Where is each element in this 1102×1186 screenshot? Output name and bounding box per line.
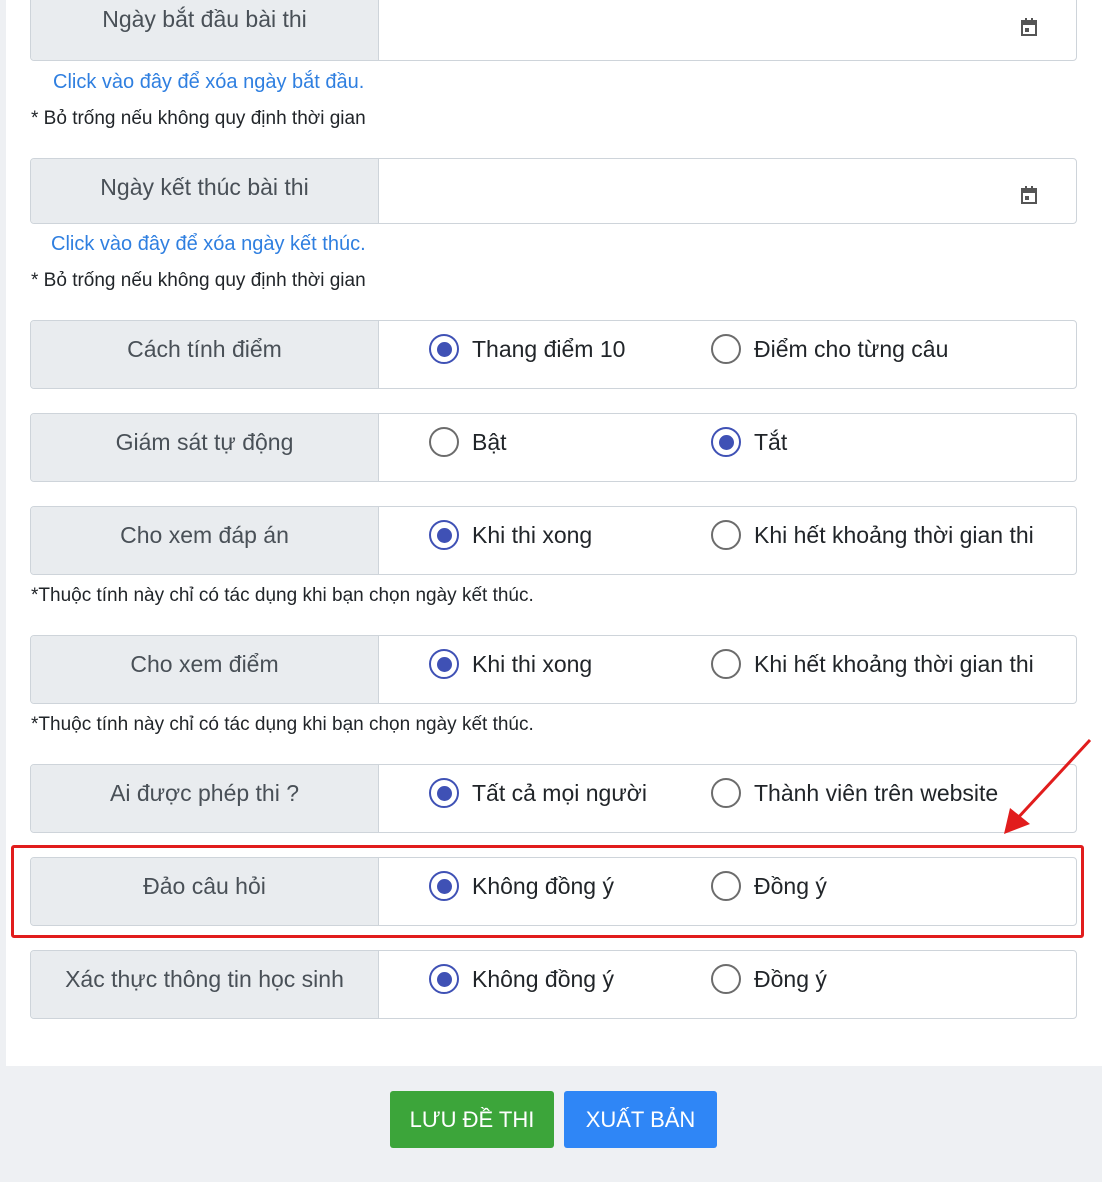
clear-start-date-link[interactable]: Click vào đây để xóa ngày bắt đầu.	[53, 71, 364, 94]
radio-button[interactable]	[429, 520, 459, 550]
save-exam-button[interactable]: LƯU ĐỀ THI	[390, 1091, 554, 1148]
radio-option[interactable]: Không đồng ý	[429, 964, 614, 994]
who-can-take-row: Ai được phép thi ? Tất cả mọi người Thàn…	[30, 764, 1077, 833]
publish-button[interactable]: XUẤT BẢN	[564, 1091, 717, 1148]
end-date-label: Ngày kết thúc bài thi	[31, 159, 379, 223]
radio-button[interactable]	[711, 520, 741, 550]
show-answers-row: Cho xem đáp án Khi thi xong Khi hết khoả…	[30, 506, 1077, 575]
radio-option[interactable]: Thang điểm 10	[429, 334, 625, 364]
scoring-method-row: Cách tính điểm Thang điểm 10 Điểm cho từ…	[30, 320, 1077, 389]
highlight-box	[11, 845, 1084, 938]
radio-button[interactable]	[711, 964, 741, 994]
radio-label: Bật	[472, 428, 507, 455]
radio-option[interactable]: Bật	[429, 427, 507, 457]
option-label: Cho xem đáp án	[31, 507, 379, 574]
radio-label: Khi thi xong	[472, 650, 593, 677]
end-date-hint: * Bỏ trống nếu không quy định thời gian	[31, 270, 366, 291]
option-label: Xác thực thông tin học sinh	[31, 951, 379, 1018]
radio-option[interactable]: Khi thi xong	[429, 649, 592, 679]
end-date-input[interactable]	[380, 159, 1076, 223]
radio-option[interactable]: Tất cả mọi người	[429, 778, 647, 808]
option-label: Ai được phép thi ?	[31, 765, 379, 832]
start-date-label: Ngày bắt đầu bài thi	[31, 0, 379, 60]
radio-button[interactable]	[711, 778, 741, 808]
end-date-group: Ngày kết thúc bài thi	[30, 158, 1077, 224]
radio-button[interactable]	[711, 649, 741, 679]
start-date-group: Ngày bắt đầu bài thi	[30, 0, 1077, 61]
radio-label: Đồng ý	[754, 965, 827, 992]
option-label: Cho xem điểm	[31, 636, 379, 703]
radio-label: Không đồng ý	[472, 965, 614, 992]
radio-option[interactable]: Thành viên trên website	[711, 778, 998, 808]
calendar-icon[interactable]	[1021, 18, 1037, 36]
red-arrow-icon	[1004, 738, 1092, 834]
start-date-hint: * Bỏ trống nếu không quy định thời gian	[31, 108, 366, 129]
radio-button[interactable]	[429, 649, 459, 679]
radio-button[interactable]	[711, 427, 741, 457]
radio-option[interactable]: Tắt	[711, 427, 787, 457]
radio-option[interactable]: Đồng ý	[711, 964, 827, 994]
show-answers-note: *Thuộc tính này chỉ có tác dụng khi bạn …	[31, 585, 534, 606]
radio-label: Điểm cho từng câu	[754, 335, 949, 362]
show-score-note: *Thuộc tính này chỉ có tác dụng khi bạn …	[31, 714, 534, 735]
auto-proctoring-row: Giám sát tự động Bật Tắt	[30, 413, 1077, 482]
radio-option[interactable]: Khi hết khoảng thời gian thi	[711, 649, 1034, 679]
option-label: Cách tính điểm	[31, 321, 379, 388]
radio-label: Tất cả mọi người	[472, 779, 647, 806]
radio-button[interactable]	[711, 334, 741, 364]
radio-label: Khi hết khoảng thời gian thi	[754, 650, 1034, 677]
radio-button[interactable]	[429, 427, 459, 457]
option-label: Giám sát tự động	[31, 414, 379, 481]
radio-label: Tắt	[754, 428, 788, 455]
divider	[0, 1182, 1102, 1186]
radio-button[interactable]	[429, 964, 459, 994]
radio-label: Khi hết khoảng thời gian thi	[754, 521, 1034, 548]
radio-option[interactable]: Khi hết khoảng thời gian thi	[711, 520, 1034, 550]
clear-end-date-link[interactable]: Click vào đây để xóa ngày kết thúc.	[51, 233, 366, 256]
start-date-input[interactable]	[380, 0, 1076, 60]
radio-label: Thang điểm 10	[472, 335, 626, 362]
verify-student-info-row: Xác thực thông tin học sinh Không đồng ý…	[30, 950, 1077, 1019]
radio-button[interactable]	[429, 334, 459, 364]
radio-button[interactable]	[429, 778, 459, 808]
radio-label: Khi thi xong	[472, 521, 593, 548]
radio-option[interactable]: Khi thi xong	[429, 520, 592, 550]
radio-label: Thành viên trên website	[754, 779, 999, 806]
calendar-icon[interactable]	[1021, 186, 1037, 204]
radio-option[interactable]: Điểm cho từng câu	[711, 334, 948, 364]
show-score-row: Cho xem điểm Khi thi xong Khi hết khoảng…	[30, 635, 1077, 704]
